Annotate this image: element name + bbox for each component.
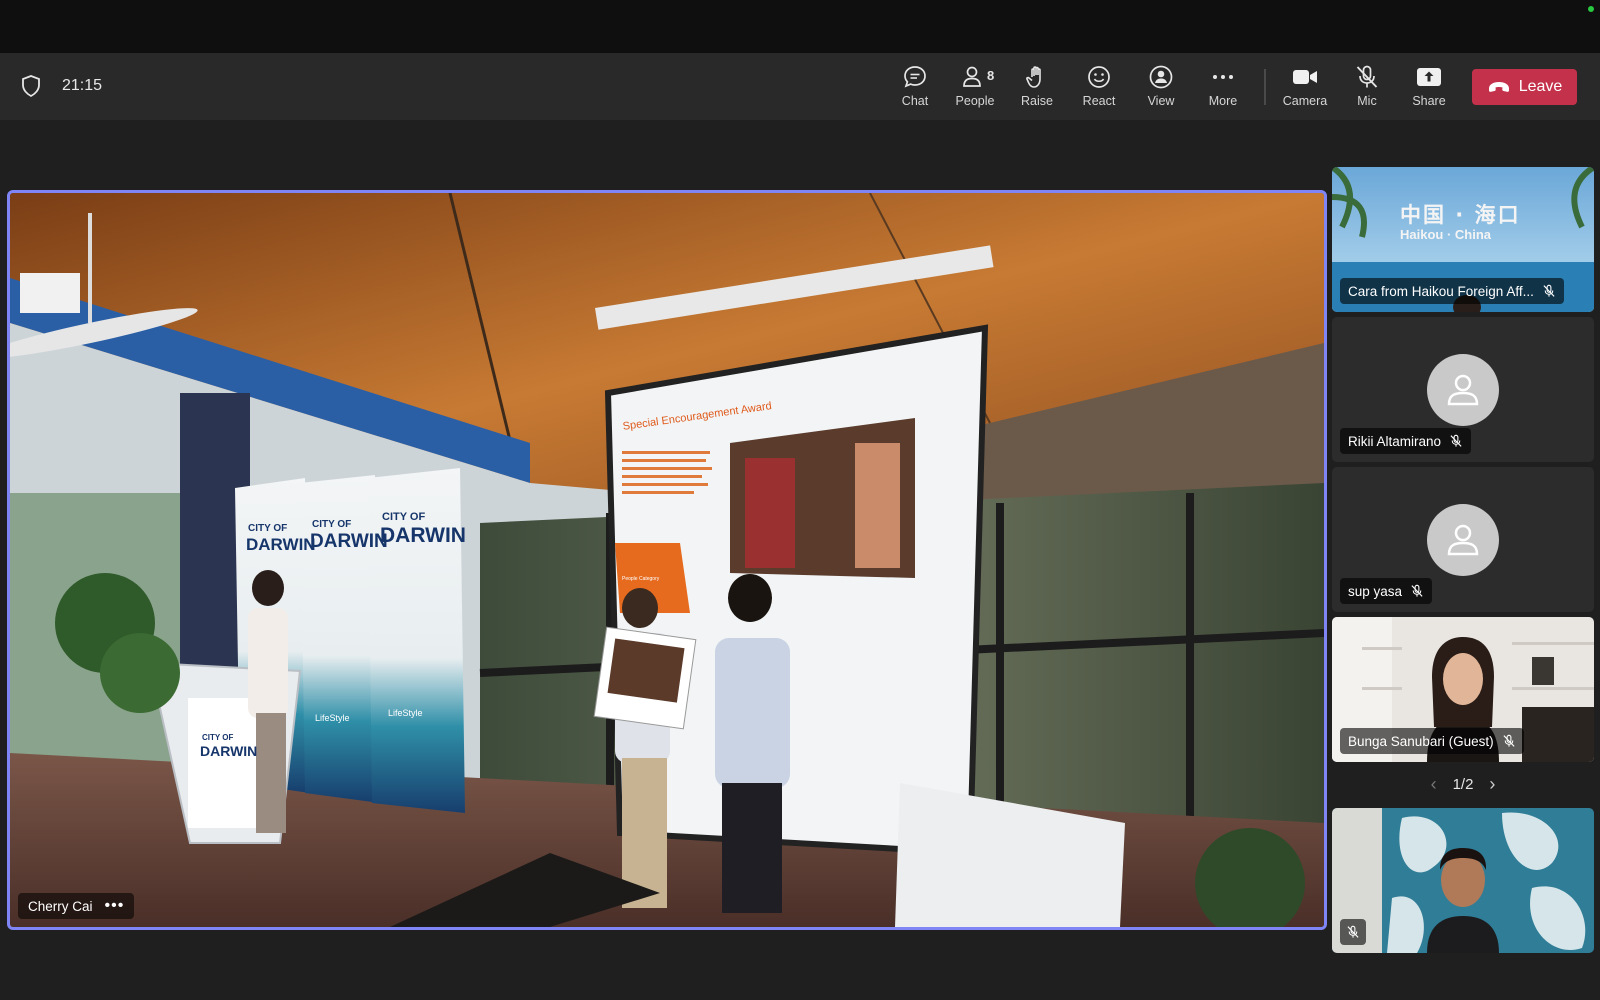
view-label: View [1147, 94, 1175, 108]
more-label: More [1208, 94, 1238, 108]
hand-icon [1026, 66, 1041, 88]
participant-pager: ‹ 1/2 › [1332, 772, 1594, 796]
participant-name-tag: Bunga Sanubari (Guest) [1340, 728, 1524, 754]
participant-tile-4[interactable]: Bunga Sanubari (Guest) [1332, 617, 1594, 762]
people-count-badge: 8 [987, 68, 995, 83]
meeting-timer: 21:15 [62, 77, 103, 94]
self-view-tile[interactable] [1332, 808, 1594, 953]
toolbar-divider [1264, 69, 1266, 105]
avatar [1427, 504, 1499, 576]
main-speaker-name: Cherry Cai [28, 898, 93, 914]
chat-icon [904, 66, 926, 88]
participant-tile-3[interactable]: sup yasa [1332, 467, 1594, 612]
participant-tile-2[interactable]: Rikii Altamirano [1332, 317, 1594, 462]
share-button[interactable]: Share [1400, 63, 1458, 111]
leave-button[interactable]: Leave [1472, 69, 1577, 105]
main-video-feed[interactable]: CITY OF DARWIN CITY OF DARWIN CITY OF DA… [7, 190, 1327, 930]
self-mic-status[interactable] [1340, 919, 1366, 945]
participant-name: sup yasa [1348, 583, 1403, 599]
leave-label: Leave [1518, 78, 1563, 95]
participant-name: Rikii Altamirano [1348, 433, 1442, 449]
person-icon [1447, 374, 1479, 406]
chat-label: Chat [901, 94, 929, 108]
chevron-right-icon[interactable]: › [1489, 774, 1495, 795]
react-label: React [1082, 94, 1116, 108]
shield-icon[interactable] [21, 75, 41, 97]
smiley-icon [1088, 66, 1110, 88]
video-frame-image [10, 193, 1324, 927]
participant-name-tag: sup yasa [1340, 578, 1433, 604]
window-titlebar [0, 0, 1600, 53]
share-icon [1417, 68, 1441, 86]
raise-label: Raise [1021, 94, 1053, 108]
react-button[interactable]: React [1070, 63, 1128, 111]
mic-muted-icon [1543, 284, 1555, 297]
page-indicator: 1/2 [1452, 775, 1474, 793]
virtual-background-text-cn: 中国 · 海口 [1400, 203, 1521, 227]
mic-off-icon [1356, 65, 1378, 88]
people-button[interactable]: 8 People [946, 63, 1004, 111]
mic-muted-icon [1411, 584, 1423, 597]
mic-muted-icon [1503, 734, 1515, 747]
people-icon [963, 66, 981, 87]
phone-hangup-icon [1488, 82, 1509, 92]
more-icon [1213, 75, 1233, 79]
mic-muted-icon [1347, 925, 1359, 938]
participant-name: Bunga Sanubari (Guest) [1348, 733, 1494, 749]
camera-label: Camera [1282, 94, 1328, 108]
person-icon [1447, 524, 1479, 556]
participant-name: Cara from Haikou Foreign Aff... [1348, 283, 1534, 299]
share-label: Share [1412, 94, 1446, 108]
view-icon [1149, 65, 1173, 89]
participant-name-tag: Rikii Altamirano [1340, 428, 1472, 454]
chat-button[interactable]: Chat [886, 63, 944, 111]
status-dot [1588, 6, 1594, 12]
mic-label: Mic [1357, 94, 1377, 108]
participant-name-tag: Cara from Haikou Foreign Aff... [1340, 278, 1564, 304]
raise-hand-button[interactable]: Raise [1008, 63, 1066, 111]
more-button[interactable]: More [1194, 63, 1252, 111]
avatar [1427, 354, 1499, 426]
people-label: People [955, 94, 995, 108]
camera-icon [1293, 70, 1317, 84]
self-view-video [1332, 808, 1594, 953]
meeting-toolbar: 21:15 Chat 8 People Raise React View Mor… [0, 53, 1600, 120]
mic-button[interactable]: Mic [1338, 63, 1396, 111]
participant-tile-1[interactable]: 中国 · 海口 Haikou · China Cara from Haikou … [1332, 167, 1594, 312]
chevron-left-icon[interactable]: ‹ [1431, 774, 1437, 795]
mic-muted-icon [1450, 434, 1462, 447]
virtual-background-text-en: Haikou · China [1400, 227, 1492, 242]
more-options-icon[interactable]: ••• [105, 897, 125, 915]
view-button[interactable]: View [1132, 63, 1190, 111]
main-speaker-name-tag: Cherry Cai ••• [18, 893, 135, 919]
camera-button[interactable]: Camera [1276, 63, 1334, 111]
